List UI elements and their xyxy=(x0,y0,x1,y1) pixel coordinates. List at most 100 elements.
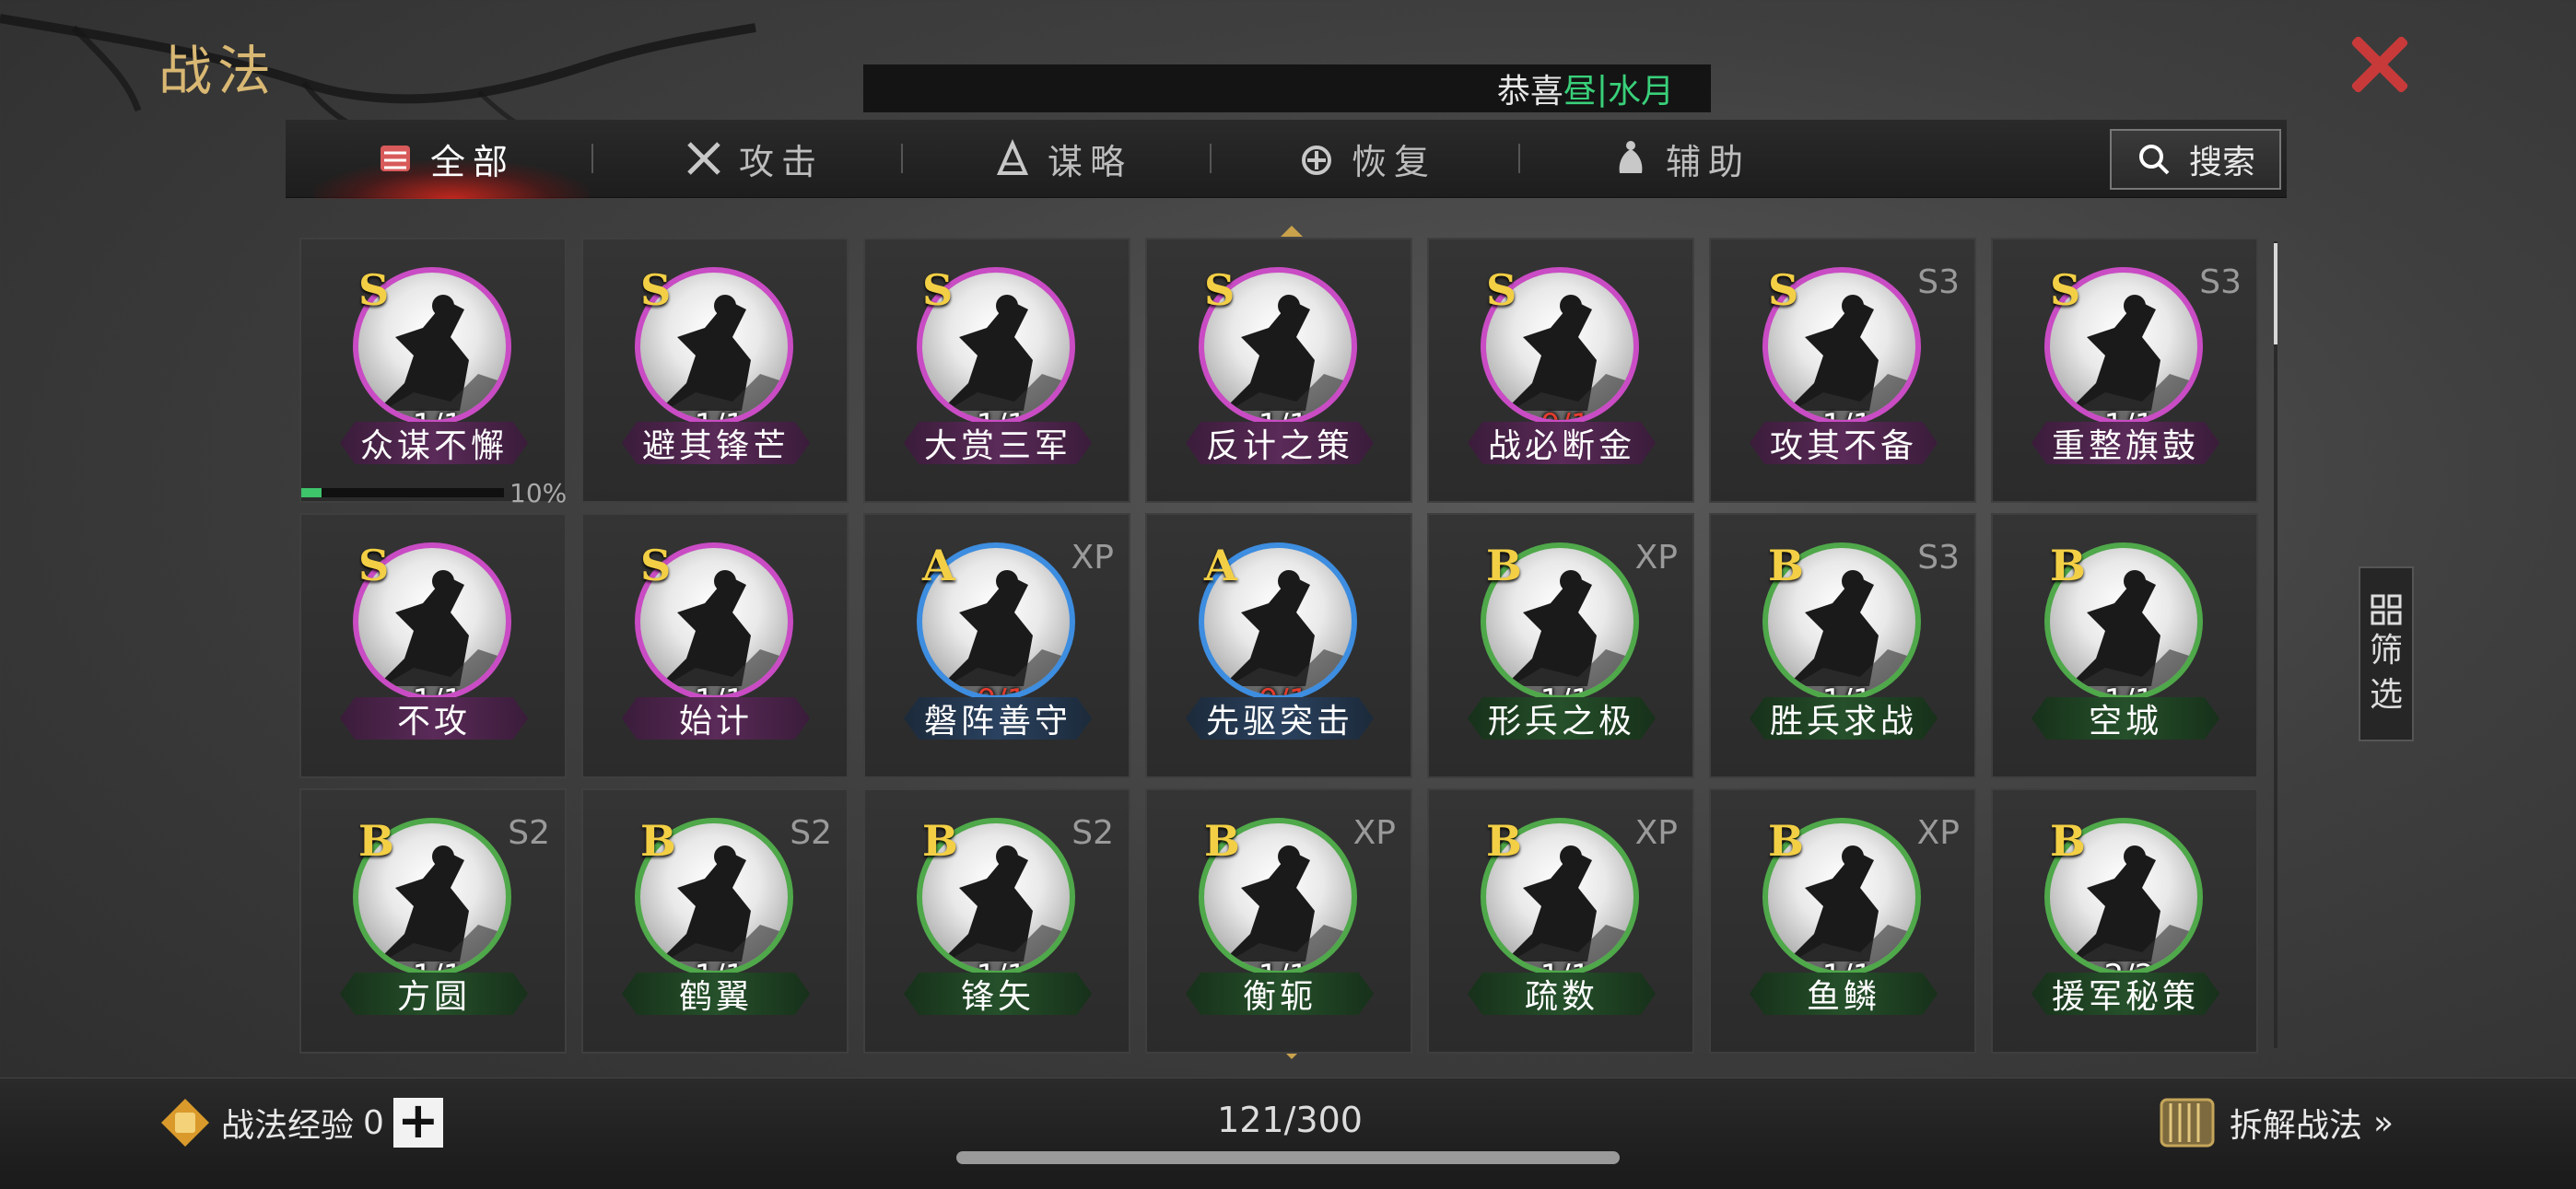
tactic-card[interactable]: 1/1 B XP 鱼鳞 xyxy=(1709,788,1976,1054)
grade-badge: B xyxy=(2050,816,2086,866)
tactic-name: 鱼鳞 xyxy=(1750,973,1938,1015)
search-button[interactable]: 搜索 xyxy=(2110,129,2281,190)
support-icon xyxy=(1619,141,1643,173)
dismantle-label: 拆解战法 xyxy=(2230,1107,2363,1145)
progress-fill xyxy=(301,488,322,497)
grade-badge: S xyxy=(640,265,672,315)
season-tag: S2 xyxy=(790,814,832,852)
announcement-banner: 恭喜 昼 | 水月 xyxy=(863,64,1711,112)
scrollbar-track[interactable] xyxy=(2274,241,2277,1048)
tactic-name: 先驱突击 xyxy=(1186,697,1374,740)
tactic-card[interactable]: 1/1 S 不攻 xyxy=(299,513,567,778)
exp-value: 0 xyxy=(363,1103,384,1142)
search-icon xyxy=(2138,145,2170,175)
tactic-card[interactable]: 1/1 B S2 锋矢 xyxy=(863,788,1130,1054)
season-tag: XP xyxy=(1634,539,1678,577)
all-icon xyxy=(381,146,410,171)
tactic-name: 空城 xyxy=(2032,697,2219,740)
season-tag: XP xyxy=(1916,814,1960,852)
tactic-name: 锋矢 xyxy=(904,973,1092,1015)
tactic-card[interactable]: 1/1 S 始计 xyxy=(581,513,849,778)
tab-support[interactable]: 辅助 xyxy=(1609,120,1751,197)
tactic-name: 始计 xyxy=(622,697,810,740)
dismantle-tactics-button[interactable]: 拆解战法 » xyxy=(2156,1094,2394,1151)
tab-attack[interactable]: 攻击 xyxy=(682,120,824,197)
tactic-card[interactable]: 1/1 B S2 方圆 xyxy=(299,788,567,1054)
grade-badge: S xyxy=(640,541,672,590)
grade-badge: A xyxy=(922,541,955,590)
grade-badge: B xyxy=(640,816,676,866)
tactic-name: 鹤翼 xyxy=(622,973,810,1015)
tactic-card[interactable]: 1/1 S 反计之策 xyxy=(1145,238,1412,503)
filter-label-2: 选 xyxy=(2369,676,2403,714)
season-tag: XP xyxy=(1634,814,1678,852)
tactic-name: 众谋不懈 xyxy=(340,422,528,464)
progress-percent: 10% xyxy=(509,478,568,508)
search-label: 搜索 xyxy=(2188,144,2255,181)
filter-button[interactable]: 筛 选 xyxy=(2359,566,2414,741)
banner-divider: | xyxy=(1596,69,1608,108)
tactic-card[interactable]: 1/1 S 避其锋芒 xyxy=(581,238,849,503)
scrollbar-thumb[interactable] xyxy=(2274,243,2277,344)
exp-label: 战法经验 xyxy=(221,1107,355,1145)
tab-all[interactable]: 全部 xyxy=(373,120,515,197)
grade-badge: B xyxy=(922,816,958,866)
home-indicator[interactable] xyxy=(956,1151,1620,1164)
grade-badge: S xyxy=(1768,265,1799,315)
tactic-card[interactable]: 1/1 B 空城 xyxy=(1991,513,2258,778)
grade-badge: S xyxy=(358,541,390,590)
tactic-name: 方圆 xyxy=(340,973,528,1015)
grade-badge: B xyxy=(1768,816,1804,866)
banner-highlight-2: 水月 xyxy=(1607,73,1674,111)
tab-label: 谋略 xyxy=(1048,141,1133,182)
scroll-bundle-icon xyxy=(2160,1098,2215,1148)
tactic-card[interactable]: 0/1 A XP 磐阵善守 xyxy=(863,513,1130,778)
tactic-progress-bar xyxy=(301,488,504,497)
tab-label: 辅助 xyxy=(1666,141,1751,182)
tactic-card[interactable]: 0/1 S 战必断金 xyxy=(1427,238,1694,503)
filter-grid-icon xyxy=(2371,594,2402,625)
season-tag: XP xyxy=(1071,539,1114,577)
page-title: 战法 xyxy=(158,40,277,102)
scroll-up-arrow-icon[interactable] xyxy=(1281,226,1303,237)
season-tag: S3 xyxy=(1917,539,1960,577)
tab-recover[interactable]: 恢复 xyxy=(1294,120,1436,197)
tab-strategy[interactable]: 谋略 xyxy=(990,120,1132,197)
grade-badge: S xyxy=(1486,265,1517,315)
tab-label: 恢复 xyxy=(1352,141,1437,182)
tactic-card[interactable]: 1/1 B XP 形兵之极 xyxy=(1427,513,1694,778)
add-exp-button[interactable]: + xyxy=(392,1096,443,1148)
tactic-card[interactable]: 1/1 S 众谋不懈 10% xyxy=(299,238,567,508)
tab-label: 全部 xyxy=(430,141,516,182)
filter-label-1: 筛 xyxy=(2369,632,2403,670)
grade-badge: B xyxy=(1768,541,1804,590)
grade-badge: S xyxy=(1204,265,1235,315)
tactic-card[interactable]: 1/1 B XP 疏数 xyxy=(1427,788,1694,1054)
recover-icon xyxy=(1302,146,1331,175)
tactic-name: 形兵之极 xyxy=(1468,697,1656,740)
grade-badge: B xyxy=(358,816,394,866)
grade-badge: S xyxy=(2050,265,2081,315)
close-icon[interactable] xyxy=(2348,31,2412,96)
tactic-name: 避其锋芒 xyxy=(622,422,810,464)
tab-divider xyxy=(1518,144,1520,173)
tactic-card[interactable]: 1/1 B S2 鹤翼 xyxy=(581,788,849,1054)
tactic-card[interactable]: 1/1 B XP 衡轭 xyxy=(1145,788,1412,1054)
tactic-card[interactable]: 1/1 S S3 重整旗鼓 xyxy=(1991,238,2258,503)
tactic-exp: 战法经验 0 + xyxy=(158,1096,443,1149)
tactic-card[interactable]: 1/1 B S3 胜兵求战 xyxy=(1709,513,1976,778)
grade-badge: S xyxy=(358,265,390,315)
tactic-name: 攻其不备 xyxy=(1750,422,1938,464)
season-tag: XP xyxy=(1352,814,1396,852)
tactic-card[interactable]: 0/1 A 先驱突击 xyxy=(1145,513,1412,778)
banner-highlight-1: 昼 xyxy=(1563,73,1597,111)
tab-divider xyxy=(591,144,593,173)
tactic-card[interactable]: 1/1 S 大赏三军 xyxy=(863,238,1130,503)
grade-badge: B xyxy=(2050,541,2086,590)
season-tag: S3 xyxy=(1917,263,1960,301)
tactic-card[interactable]: 1/1 S S3 攻其不备 xyxy=(1709,238,1976,503)
tactic-name: 不攻 xyxy=(340,697,528,740)
fist-scroll-icon xyxy=(161,1099,209,1147)
tactic-name: 反计之策 xyxy=(1186,422,1374,464)
tactic-card[interactable]: 2/2 B 援军秘策 xyxy=(1991,788,2258,1054)
